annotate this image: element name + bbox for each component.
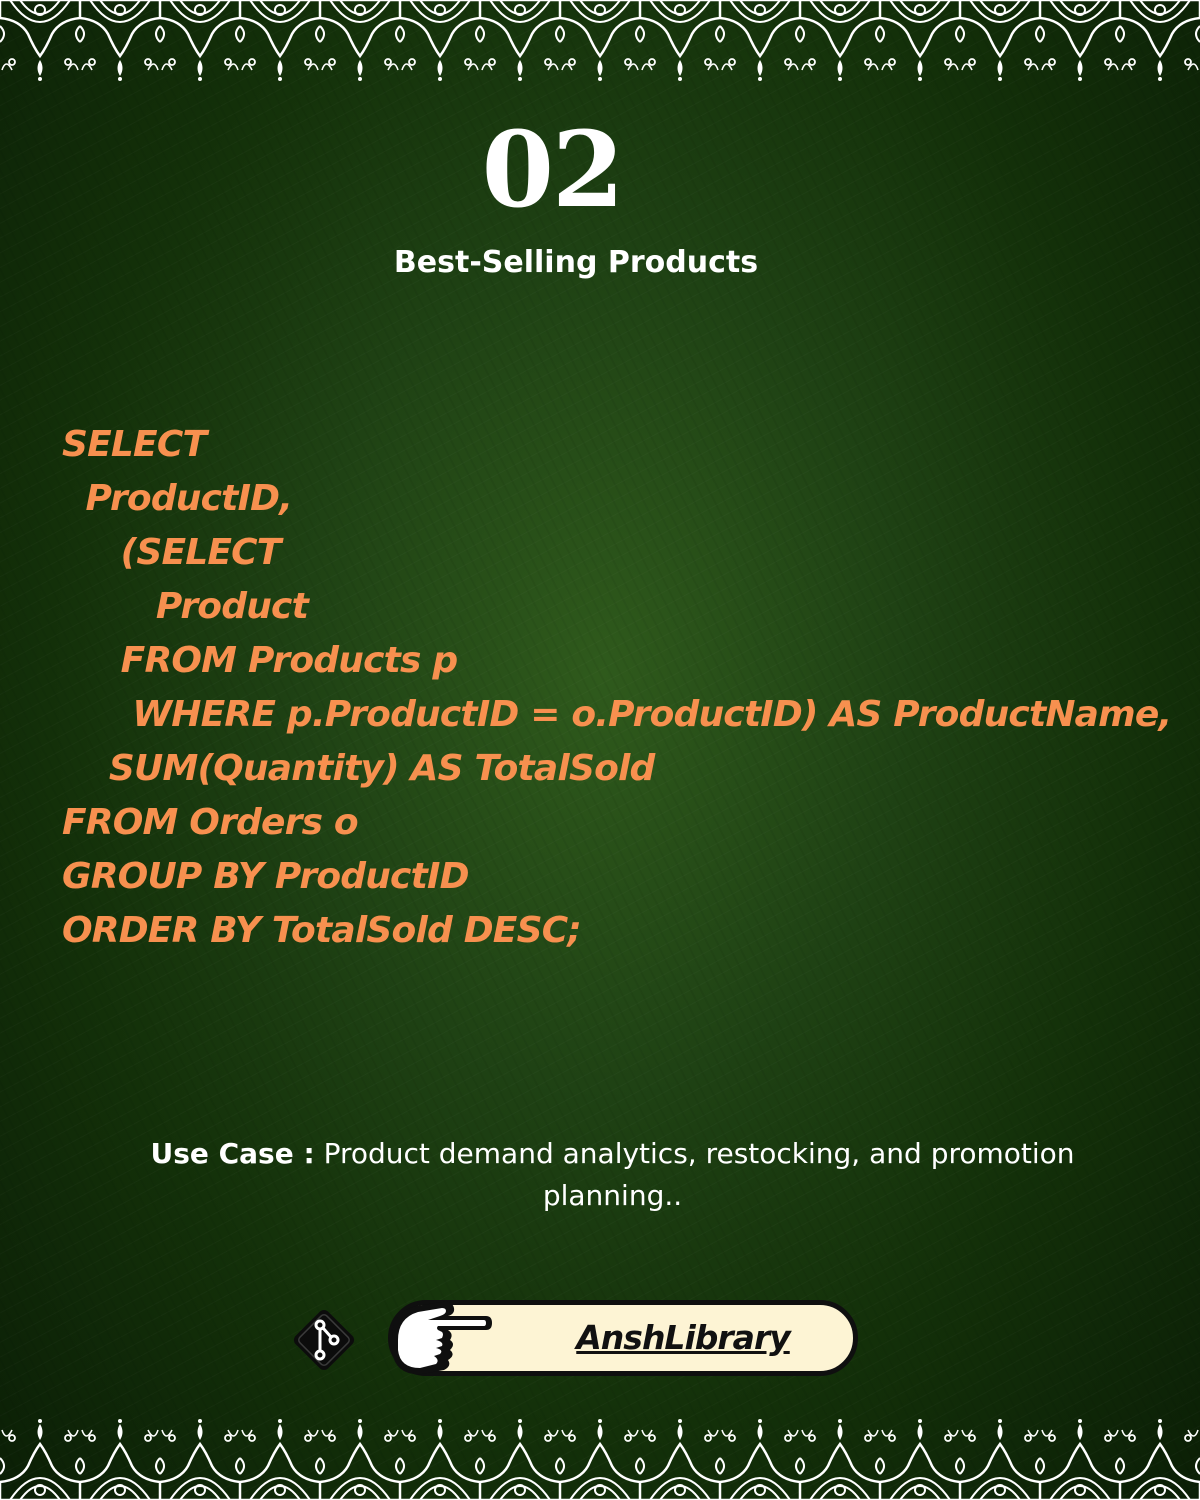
ornamental-border-bottom	[0, 1418, 1200, 1500]
slide-title: Best-Selling Products	[393, 245, 759, 280]
code-line: ProductID,	[62, 478, 293, 519]
brand-link[interactable]: AnshLibrary	[513, 1305, 853, 1371]
git-branch-icon	[293, 1309, 355, 1371]
code-line: FROM Orders o	[62, 802, 359, 843]
use-case-description: Product demand analytics, restocking, an…	[323, 1137, 1075, 1212]
code-line: SUM(Quantity) AS TotalSold	[62, 748, 655, 789]
code-line: GROUP BY ProductID	[62, 856, 469, 897]
code-line: SELECT	[62, 424, 207, 465]
code-line: WHERE p.ProductID = o.ProductID) AS Prod…	[62, 694, 1172, 735]
use-case-label: Use Case :	[150, 1137, 315, 1170]
code-line: (SELECT	[62, 532, 282, 573]
sql-code-block: SELECT ProductID, (SELECT Product FROM P…	[62, 418, 1172, 958]
code-line: Product	[62, 586, 309, 627]
ornamental-border-top	[0, 0, 1200, 82]
use-case-text: Use Case : Product demand analytics, res…	[140, 1133, 1085, 1217]
slide-number: 02	[481, 108, 625, 231]
pointing-hand-icon	[392, 1301, 492, 1375]
code-line: FROM Products p	[62, 640, 459, 681]
code-line: ORDER BY TotalSold DESC;	[62, 910, 582, 951]
